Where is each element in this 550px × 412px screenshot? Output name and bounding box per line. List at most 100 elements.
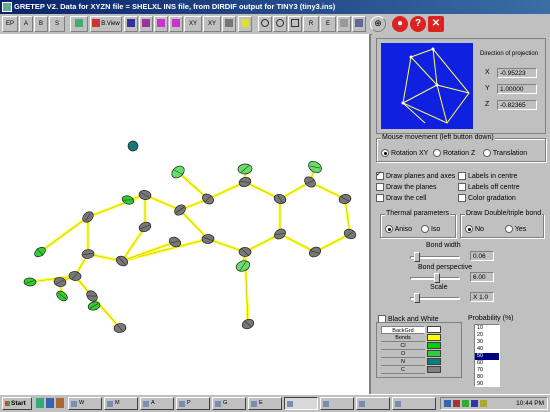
orientation-view[interactable] xyxy=(381,43,473,129)
pan-button[interactable]: XY xyxy=(203,16,221,32)
probability-item[interactable]: 30 xyxy=(475,339,499,346)
probability-item[interactable]: 80 xyxy=(475,374,499,381)
molecule-canvas[interactable] xyxy=(0,34,371,394)
quicklaunch-icon[interactable] xyxy=(46,398,54,408)
draw-cell-checkbox[interactable] xyxy=(376,194,384,202)
zoom-button[interactable] xyxy=(258,16,272,32)
bview-button[interactable]: B.View xyxy=(90,16,122,32)
labels-centre-option[interactable]: Labels in centre xyxy=(458,172,517,180)
tray-icon[interactable] xyxy=(462,400,469,407)
probability-item[interactable]: 70 xyxy=(475,367,499,374)
rotation-xy-option[interactable]: Rotation XY xyxy=(381,149,428,157)
task-button[interactable]: E xyxy=(248,397,282,410)
iso-radio[interactable] xyxy=(421,225,429,233)
aniso-radio[interactable] xyxy=(385,225,393,233)
task-button-active[interactable] xyxy=(284,397,318,410)
image-icon-button[interactable] xyxy=(70,16,88,32)
color-row-backgrd[interactable]: BackGrd xyxy=(381,326,425,334)
color-row-n[interactable]: N xyxy=(381,358,425,366)
backgrd-swatch[interactable] xyxy=(427,326,441,333)
double-bond-no-radio[interactable] xyxy=(465,225,473,233)
translation-option[interactable]: Translation xyxy=(483,149,527,157)
speaker-icon[interactable] xyxy=(480,400,487,407)
iso-option[interactable]: Iso xyxy=(421,225,440,233)
probability-item[interactable]: 90 xyxy=(475,381,499,386)
rotate-xy-button[interactable]: XY xyxy=(184,16,202,32)
bonds-swatch[interactable] xyxy=(427,334,441,341)
double-bond-no-option[interactable]: No xyxy=(465,225,484,233)
probability-item-selected[interactable]: 50 xyxy=(475,353,499,360)
aniso-option[interactable]: Aniso xyxy=(385,225,412,233)
tool-s-button[interactable]: S xyxy=(49,16,65,32)
reduce-button[interactable]: R xyxy=(303,16,319,32)
tray-icon[interactable] xyxy=(453,400,460,407)
labels-off-centre-option[interactable]: Labels off centre xyxy=(458,183,520,191)
ortep-button[interactable]: EP xyxy=(2,16,18,32)
stop-button[interactable]: ● xyxy=(392,16,408,32)
draw-planes-checkbox[interactable] xyxy=(376,183,384,191)
color-row-bonds[interactable]: Bonds xyxy=(381,334,425,342)
bond-width-thumb[interactable] xyxy=(413,252,420,262)
task-button[interactable] xyxy=(320,397,354,410)
probability-list[interactable]: 10 20 30 40 50 60 70 80 90 xyxy=(474,324,500,387)
n-swatch[interactable] xyxy=(427,358,441,365)
probability-item[interactable]: 60 xyxy=(475,360,499,367)
draw-cell-option[interactable]: Draw the cell xyxy=(376,194,426,202)
probability-item[interactable]: 20 xyxy=(475,332,499,339)
quicklaunch-icon[interactable] xyxy=(36,398,44,408)
task-button[interactable]: M xyxy=(104,397,138,410)
quicklaunch-icon[interactable] xyxy=(56,398,64,408)
tool-b-button[interactable]: B xyxy=(34,16,48,32)
color-gradation-checkbox[interactable] xyxy=(458,194,466,202)
task-button[interactable]: W xyxy=(68,397,102,410)
label-button[interactable] xyxy=(238,16,252,32)
double-bond-yes-option[interactable]: Yes xyxy=(505,225,526,233)
arrow-right-button[interactable] xyxy=(124,16,138,32)
molecule-drawing[interactable] xyxy=(0,34,369,394)
color-row-cl[interactable]: Cl xyxy=(381,342,425,350)
draw-planes-option[interactable]: Draw the planes xyxy=(376,183,437,191)
flip-button[interactable] xyxy=(169,16,183,32)
tool-a-button[interactable]: A xyxy=(19,16,33,32)
c-swatch[interactable] xyxy=(427,366,441,373)
labels-centre-checkbox[interactable] xyxy=(458,172,466,180)
task-button[interactable] xyxy=(356,397,390,410)
draw-planes-axes-option[interactable]: Draw planes and axes xyxy=(376,170,455,180)
probability-item[interactable]: 40 xyxy=(475,346,499,353)
bond-perspective-thumb[interactable] xyxy=(434,273,441,283)
cl-swatch[interactable] xyxy=(427,342,441,349)
network-icon[interactable] xyxy=(444,400,451,407)
rotation-z-radio[interactable] xyxy=(433,149,441,157)
save-button[interactable] xyxy=(352,16,366,32)
color-gradation-option[interactable]: Color gradation xyxy=(458,194,516,202)
color-row-c[interactable]: C xyxy=(381,366,425,374)
y-value[interactable]: 1.00000 xyxy=(497,84,537,94)
zoom-out-button[interactable] xyxy=(273,16,287,32)
labels-off-centre-checkbox[interactable] xyxy=(458,183,466,191)
task-button[interactable]: A xyxy=(140,397,174,410)
x-value[interactable]: -0.95223 xyxy=(497,68,537,78)
rotation-z-option[interactable]: Rotation Z xyxy=(433,149,475,157)
help-button[interactable]: ? xyxy=(410,16,426,32)
task-button[interactable]: G xyxy=(212,397,246,410)
print-button[interactable] xyxy=(337,16,351,32)
arrow-left-button[interactable] xyxy=(139,16,153,32)
draw-planes-axes-checkbox[interactable] xyxy=(376,170,384,180)
target-button[interactable]: ⊕ xyxy=(370,16,386,32)
z-value[interactable]: -0.82365 xyxy=(497,100,537,110)
task-button[interactable]: P xyxy=(176,397,210,410)
o-swatch[interactable] xyxy=(427,350,441,357)
n-atom[interactable] xyxy=(126,139,139,152)
translation-radio[interactable] xyxy=(483,149,491,157)
tray-icon[interactable] xyxy=(471,400,478,407)
task-button[interactable] xyxy=(392,397,436,410)
close-button[interactable]: ✕ xyxy=(428,16,444,32)
rotate-button[interactable] xyxy=(154,16,168,32)
start-button[interactable]: Start xyxy=(2,397,32,410)
rotation-xy-radio[interactable] xyxy=(381,149,389,157)
enlarge-button[interactable]: E xyxy=(320,16,336,32)
color-row-o[interactable]: O xyxy=(381,350,425,358)
fit-button[interactable] xyxy=(288,16,302,32)
molecule-button[interactable] xyxy=(222,16,236,32)
probability-item[interactable]: 10 xyxy=(475,325,499,332)
